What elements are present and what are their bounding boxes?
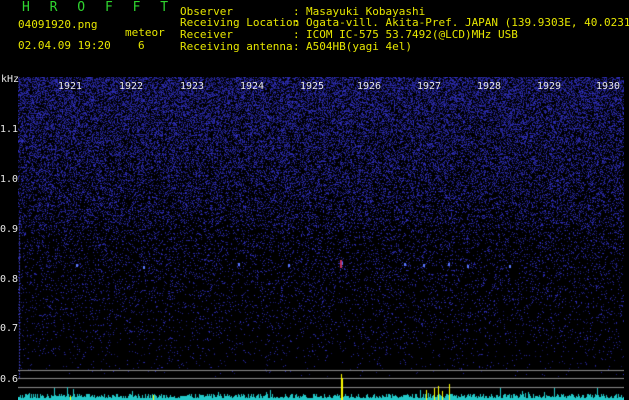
meteor-label: meteor (125, 26, 165, 39)
y-tick-label: 0.6 (0, 374, 19, 385)
x-tick-label: 1921 (58, 81, 83, 92)
station-label-3: Receiving antenna (180, 40, 293, 53)
antenna-value: A504HB(yagi 4el) (306, 40, 412, 53)
app-title: H R O F F T (22, 0, 175, 15)
meteor-count: 6 (138, 39, 145, 52)
x-tick-label: 1923 (180, 81, 205, 92)
x-tick-label: 1926 (357, 81, 382, 92)
spectrogram (18, 77, 624, 400)
y-tick-label: 1.0 (0, 174, 19, 185)
x-tick-label: 1922 (119, 81, 144, 92)
y-unit-label: kHz (1, 74, 20, 85)
y-tick-label: 0.9 (0, 224, 19, 235)
x-tick-label: 1924 (240, 81, 265, 92)
filename: 04091920.png (18, 18, 98, 31)
y-tick-label: 0.8 (0, 274, 19, 285)
y-tick-label: 0.7 (0, 323, 19, 334)
timestamp: 02.04.09 19:20 (18, 39, 111, 52)
x-tick-label: 1927 (417, 81, 442, 92)
x-tick-label: 1928 (477, 81, 502, 92)
y-tick-label: 1.1 (0, 124, 19, 135)
x-tick-label: 1930 (596, 81, 621, 92)
x-tick-label: 1925 (300, 81, 325, 92)
colon-3: : (293, 40, 300, 53)
x-tick-label: 1929 (537, 81, 562, 92)
